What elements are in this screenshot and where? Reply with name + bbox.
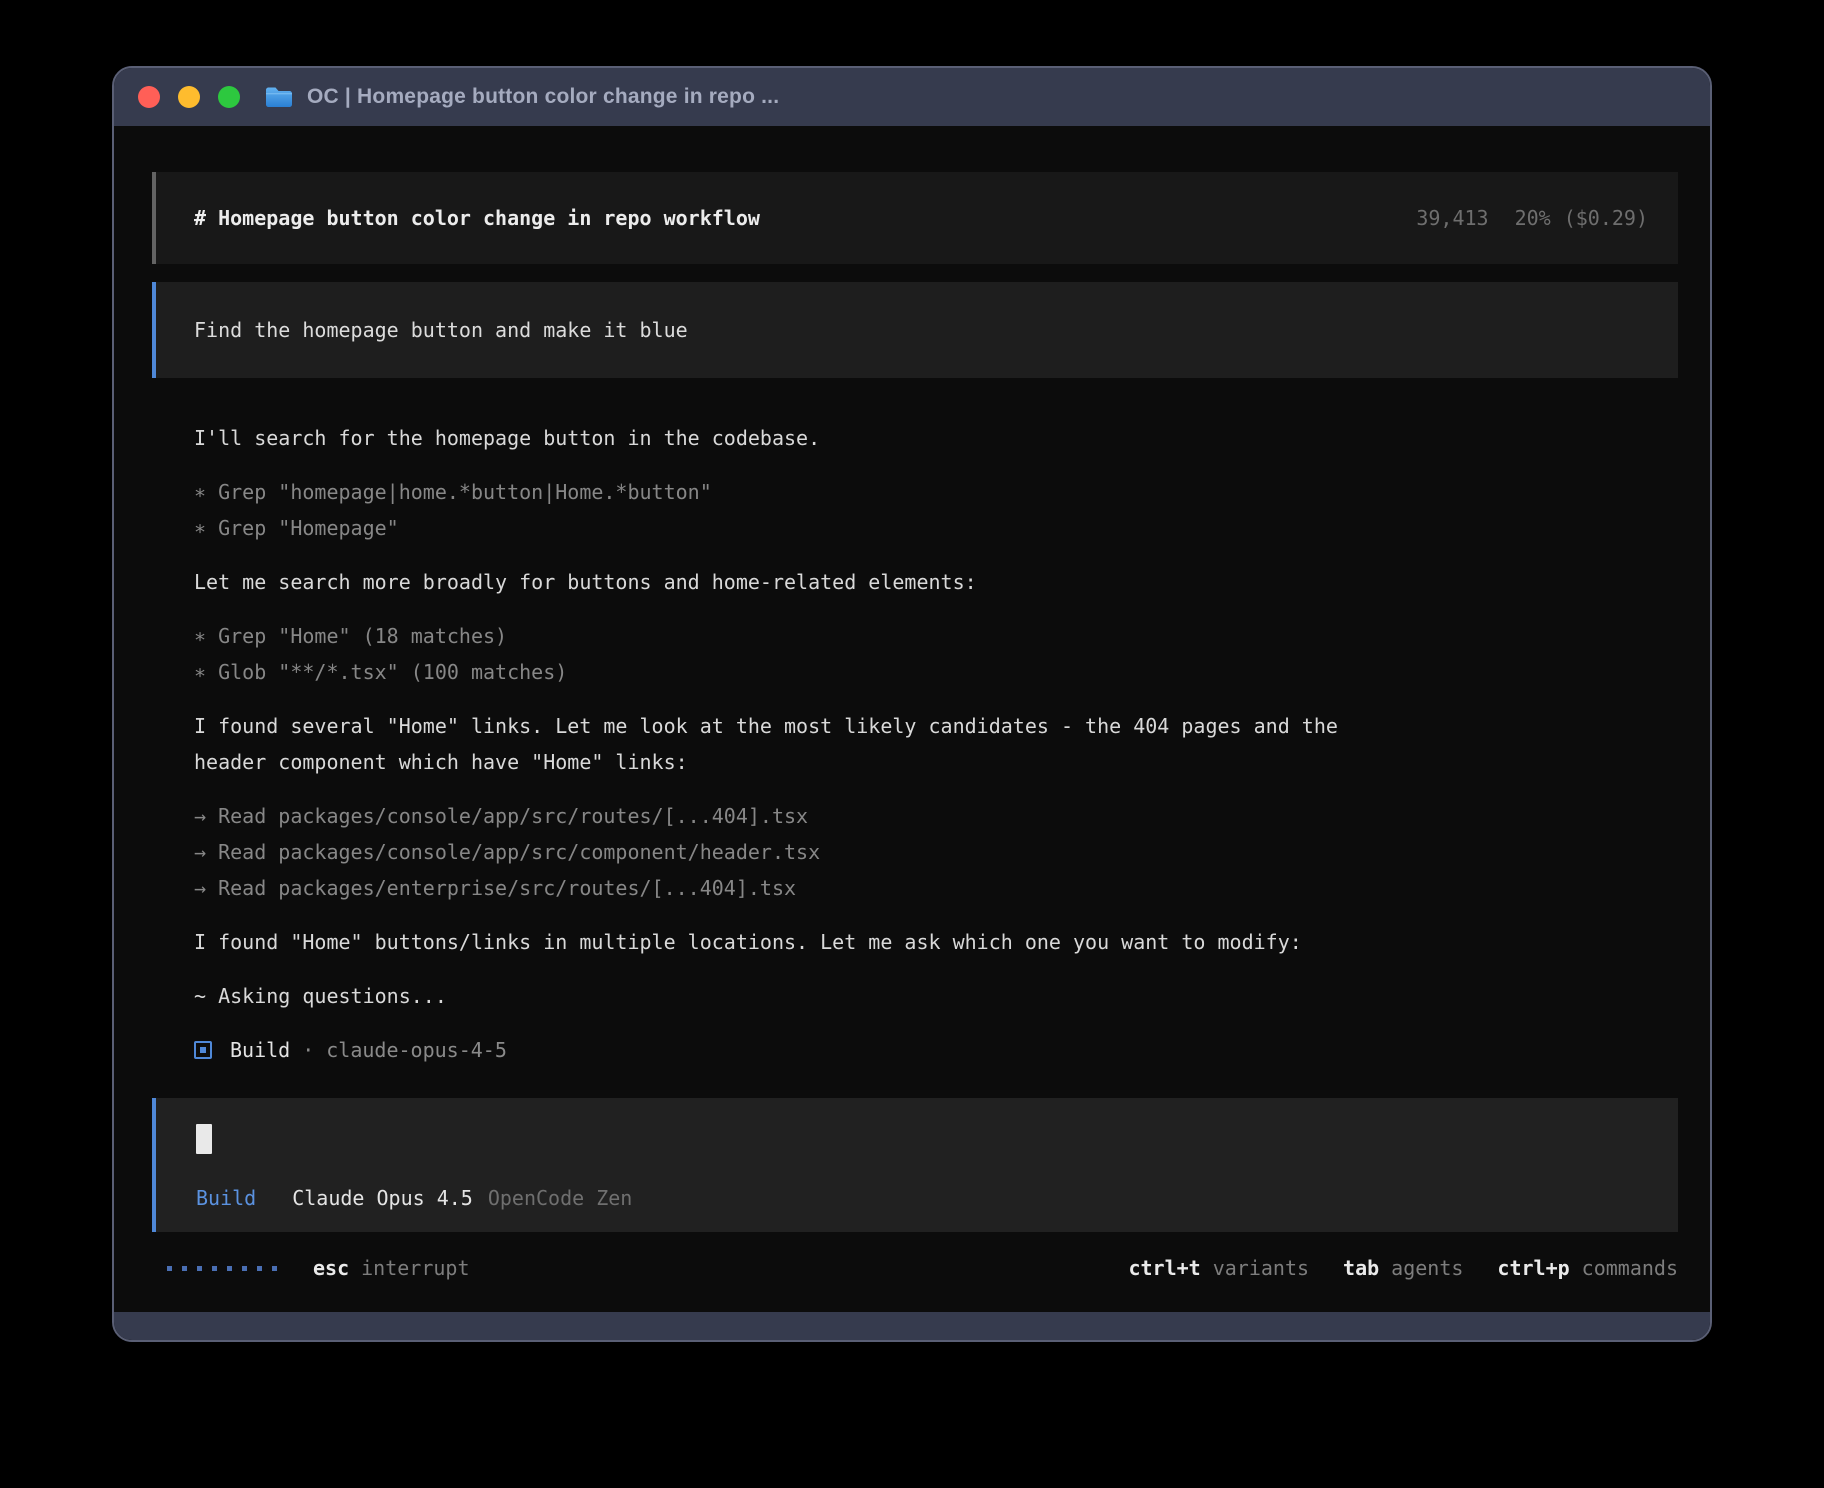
provider-label: OpenCode Zen — [488, 1186, 633, 1210]
spinner-dot — [272, 1266, 277, 1271]
session-header: # Homepage button color change in repo w… — [152, 172, 1678, 264]
close-window-button[interactable] — [138, 86, 160, 108]
terminal-content: # Homepage button color change in repo w… — [114, 126, 1710, 1312]
minimize-window-button[interactable] — [178, 86, 200, 108]
editor-meta: Build Claude Opus 4.5 OpenCode Zen — [196, 1186, 1678, 1210]
agent-build-icon — [194, 1041, 212, 1059]
model-label[interactable]: Claude Opus 4.5 — [292, 1186, 473, 1210]
tool-call-group: → Read packages/console/app/src/routes/[… — [194, 798, 1678, 906]
window-bottom-strip — [114, 1312, 1710, 1340]
user-message: Find the homepage button and make it blu… — [152, 282, 1678, 378]
window-title: OC | Homepage button color change in rep… — [307, 85, 779, 109]
key-tab: tab — [1343, 1256, 1379, 1280]
status-bar-left: esc interrupt — [152, 1256, 470, 1280]
window-titlebar: OC | Homepage button color change in rep… — [114, 68, 1710, 126]
assistant-text: I found several "Home" links. Let me loo… — [194, 708, 1678, 780]
hint-interrupt: esc interrupt — [313, 1256, 470, 1280]
spinner-dot — [182, 1266, 187, 1271]
hint-commands: ctrl+p commands — [1497, 1256, 1678, 1280]
tool-call-group: ∗ Grep "homepage|home.*button|Home.*butt… — [194, 474, 1678, 546]
hint-variants: ctrl+t variants — [1128, 1256, 1309, 1280]
tool-call-group: ∗ Grep "Home" (18 matches) ∗ Glob "**/*.… — [194, 618, 1678, 690]
window-controls — [138, 86, 240, 108]
tool-call-grep: ∗ Grep "Home" (18 matches) — [194, 618, 1678, 654]
prompt-input[interactable]: Build Claude Opus 4.5 OpenCode Zen — [152, 1098, 1678, 1232]
session-cost: ($0.29) — [1564, 206, 1648, 230]
status-bar-right: ctrl+t variants tab agents ctrl+p comman… — [1128, 1256, 1678, 1280]
spinner-dot — [242, 1266, 247, 1271]
folder-icon — [264, 85, 294, 109]
spinner-dot — [167, 1266, 172, 1271]
mode-label[interactable]: Build — [196, 1186, 256, 1210]
session-title: # Homepage button color change in repo w… — [194, 206, 760, 230]
spinner-dot — [257, 1266, 262, 1271]
key-esc: esc — [313, 1256, 349, 1280]
spinner-dot — [212, 1266, 217, 1271]
token-count: 39,413 — [1416, 206, 1488, 230]
spinner-dot — [197, 1266, 202, 1271]
key-ctrl-p: ctrl+p — [1497, 1256, 1569, 1280]
tool-call-grep: ∗ Grep "homepage|home.*button|Home.*butt… — [194, 474, 1678, 510]
assistant-text: Let me search more broadly for buttons a… — [194, 564, 1678, 600]
assistant-text: I'll search for the homepage button in t… — [194, 420, 1678, 456]
key-ctrl-t: ctrl+t — [1128, 1256, 1200, 1280]
assistant-transcript: I'll search for the homepage button in t… — [194, 420, 1678, 1014]
agent-model: claude-opus-4-5 — [326, 1038, 507, 1062]
context-percent: 20% — [1515, 206, 1551, 230]
tool-call-read: → Read packages/console/app/src/componen… — [194, 834, 1678, 870]
status-bar: esc interrupt ctrl+t variants tab agents… — [152, 1248, 1678, 1288]
session-stats: 39,413 20% ($0.29) — [1416, 206, 1648, 230]
assistant-text: I found "Home" buttons/links in multiple… — [194, 924, 1678, 960]
tool-call-grep: ∗ Grep "Homepage" — [194, 510, 1678, 546]
spinner-dot — [227, 1266, 232, 1271]
user-message-text: Find the homepage button and make it blu… — [194, 318, 688, 342]
hint-agents: tab agents — [1343, 1256, 1463, 1280]
tool-call-read: → Read packages/enterprise/src/routes/[.… — [194, 870, 1678, 906]
zoom-window-button[interactable] — [218, 86, 240, 108]
agent-name: Build — [230, 1038, 290, 1062]
agent-status-line: Build · claude-opus-4-5 — [194, 1032, 1678, 1068]
agent-separator: · — [302, 1038, 314, 1062]
tool-call-read: → Read packages/console/app/src/routes/[… — [194, 798, 1678, 834]
working-spinner — [167, 1266, 277, 1271]
text-cursor — [196, 1124, 212, 1154]
tool-call-glob: ∗ Glob "**/*.tsx" (100 matches) — [194, 654, 1678, 690]
assistant-status-text: ~ Asking questions... — [194, 978, 1678, 1014]
terminal-window: OC | Homepage button color change in rep… — [112, 66, 1712, 1342]
